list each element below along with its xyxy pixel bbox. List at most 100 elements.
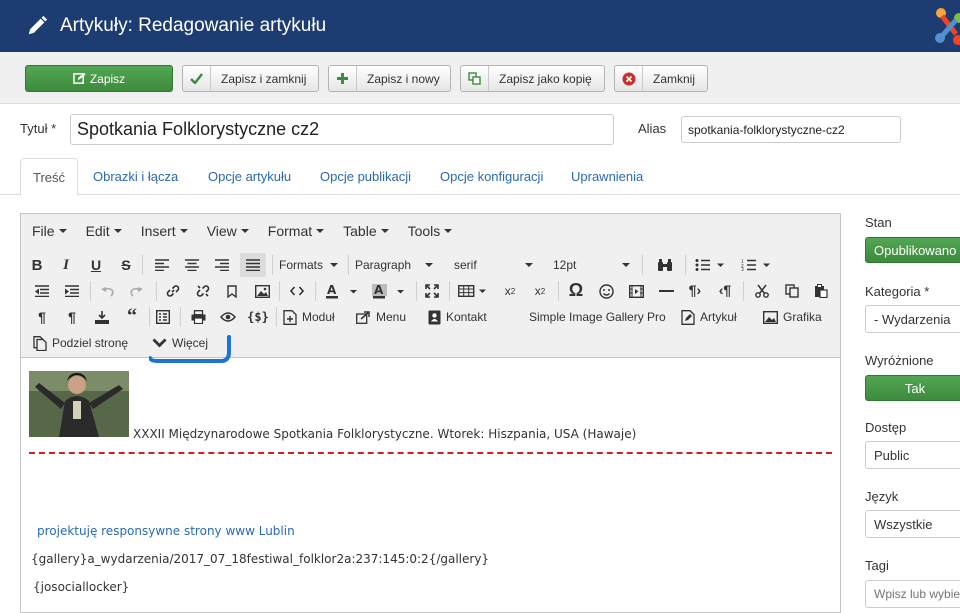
svg-text:A: A [374,284,384,297]
paste-icon[interactable] [810,280,832,302]
indent-icon[interactable] [61,280,83,302]
cut-icon[interactable] [751,280,773,302]
page-title: Artykuły: Redagowanie artykułu [60,15,327,36]
underline-icon[interactable]: U [86,254,106,276]
media-icon[interactable] [625,280,647,302]
variable-icon[interactable]: {$} [246,306,270,328]
blockquote-icon[interactable]: “ [121,305,143,327]
featured-label: Wyróżnione [865,353,934,368]
italic-icon[interactable]: I [56,254,76,276]
text-color-icon[interactable]: A [322,280,362,302]
subscript-icon[interactable]: x2 [499,280,521,302]
access-label: Dostęp [865,420,907,435]
language-label: Język [865,489,899,504]
align-center-icon[interactable] [181,254,203,276]
page-break-button[interactable]: Podziel stronę [33,332,128,354]
menu-insert[interactable]: Insert [141,223,188,239]
language-select[interactable]: Wszystkie [865,510,960,538]
numbered-list-icon[interactable]: 123 [737,254,775,276]
menu-table[interactable]: Table [343,223,389,239]
code-icon[interactable] [286,280,308,302]
toolbar-separator [142,255,143,275]
menu-view[interactable]: View [207,223,249,239]
formats-select[interactable]: Formats [279,254,345,276]
toolbar-separator [315,281,316,301]
toolbar-separator [642,255,643,275]
status-button[interactable]: Opublikowano [865,237,960,263]
bullet-list-icon[interactable] [691,254,729,276]
paragraph-icon[interactable]: ¶ [31,306,53,328]
save-close-button[interactable]: Zapisz i zamknij [182,65,319,92]
menu-file[interactable]: File [32,223,67,239]
preview-icon[interactable] [217,306,239,328]
read-more-separator [29,452,832,454]
menu-edit[interactable]: Edit [86,223,122,239]
toolbar-separator [743,281,744,301]
close-button[interactable]: Zamknij [614,65,708,92]
menu-button[interactable]: Menu [356,306,406,328]
access-select[interactable]: Public [865,441,960,469]
template-icon[interactable] [152,306,174,328]
menu-format[interactable]: Format [268,223,325,239]
find-replace-icon[interactable] [654,254,676,276]
tab-opcje-publikacji[interactable]: Opcje publikacji [320,158,411,195]
plus-icon [329,66,357,91]
editor-content[interactable]: XXXII Międzynarodowe Spotkania Folklorys… [21,359,840,612]
image-caption: XXXII Międzynarodowe Spotkania Folklorys… [133,427,637,441]
align-right-icon[interactable] [211,254,233,276]
insert-icon[interactable] [91,306,113,328]
image-button[interactable]: Grafika [763,306,822,328]
table-icon[interactable] [455,280,491,302]
pencil-icon [28,15,48,35]
bold-icon[interactable]: B [27,254,47,276]
contact-button[interactable]: Kontakt [428,306,487,328]
title-input[interactable]: Spotkania Folklorystyczne cz2 [70,114,614,145]
menu-tools[interactable]: Tools [408,223,453,239]
article-photo [29,371,129,437]
ltr-icon[interactable]: ¶› [684,279,706,301]
tab-tresc[interactable]: Treść [20,158,79,196]
tab-obrazki[interactable]: Obrazki i łącza [93,158,178,195]
caret-down-icon [444,229,453,233]
alias-input[interactable]: spotkania-folklorystyczne-cz2 [681,116,901,143]
special-chars-icon[interactable]: Ω [565,279,587,301]
font-family-select[interactable]: serif [454,254,544,276]
save-copy-button[interactable]: Zapisz jako kopię [460,65,605,92]
redo-icon[interactable] [126,280,148,302]
tab-opcje-konfiguracji[interactable]: Opcje konfiguracji [440,158,543,195]
block-format-select[interactable]: Paragraph [355,254,441,276]
horizontal-rule-icon[interactable] [655,280,677,302]
visual-chars-icon[interactable]: ¶ [61,306,83,328]
copy-icon[interactable] [781,280,803,302]
outdent-icon[interactable] [31,280,53,302]
tab-opcje-artykulu[interactable]: Opcje artykułu [208,158,291,195]
undo-icon[interactable] [96,280,118,302]
fullscreen-icon[interactable] [421,280,443,302]
superscript-icon[interactable]: x2 [529,280,551,302]
toolbar-separator [348,255,349,275]
align-left-icon[interactable] [151,254,173,276]
tab-uprawnienia[interactable]: Uprawnienia [571,158,643,195]
toolbar-separator [416,281,417,301]
rtl-icon[interactable]: ‹¶ [714,279,736,301]
background-color-icon[interactable]: A [369,280,409,302]
align-justify-icon[interactable] [240,253,266,277]
article-button[interactable]: Artykuł [681,306,737,328]
image-icon[interactable] [251,280,273,302]
emoticon-icon[interactable] [595,280,617,302]
font-size-select[interactable]: 12pt [553,254,637,276]
module-button[interactable]: Moduł [283,306,335,328]
link-icon[interactable] [162,280,184,302]
gallery-button[interactable]: Simple Image Gallery Pro [529,306,666,328]
save-button[interactable]: Zapisz [25,65,173,92]
unlink-icon[interactable] [192,280,214,302]
strikethrough-icon[interactable]: S [116,254,136,276]
category-select[interactable]: - Wydarzenia [865,305,960,333]
tags-input[interactable] [865,580,960,608]
promo-link[interactable]: projektuję responsywne strony www Lublin [37,524,295,538]
copy-pages-icon [33,335,47,351]
featured-button[interactable]: Tak [865,375,960,401]
anchor-icon[interactable] [221,280,243,302]
print-icon[interactable] [187,306,209,328]
save-new-button[interactable]: Zapisz i nowy [328,65,451,92]
